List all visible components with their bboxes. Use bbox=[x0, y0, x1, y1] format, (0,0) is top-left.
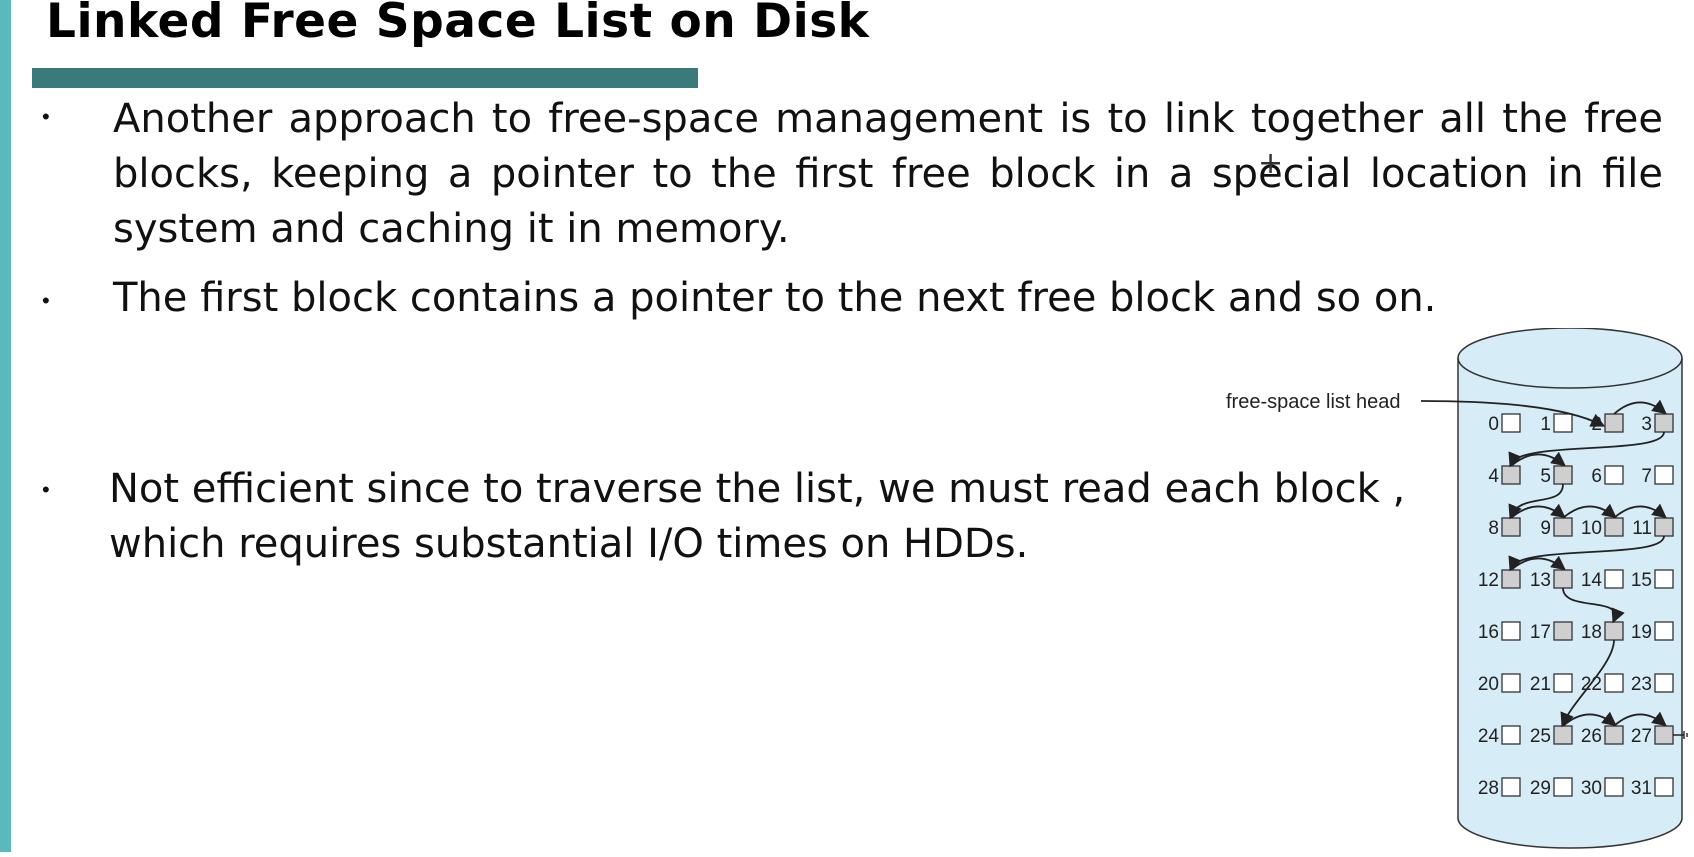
head-pointer-overlay bbox=[1420, 400, 1606, 427]
head-pointer-arrow bbox=[1420, 400, 1606, 427]
